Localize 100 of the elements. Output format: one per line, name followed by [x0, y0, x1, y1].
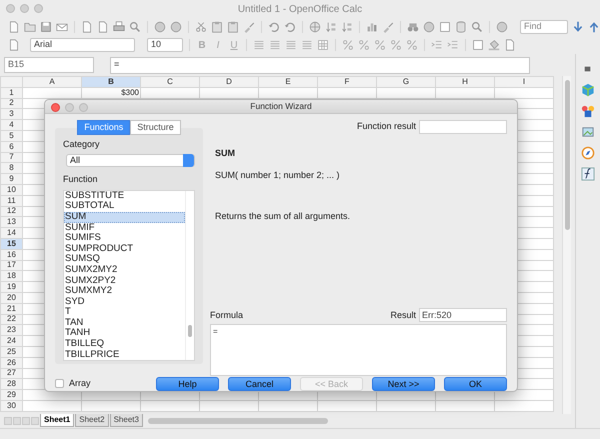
row-header[interactable]: 13	[0, 216, 22, 228]
indent-icon[interactable]	[447, 39, 459, 51]
row-header[interactable]: 21	[0, 303, 22, 314]
envelope-icon[interactable]	[56, 21, 68, 33]
list-item[interactable]: T	[64, 307, 185, 318]
row-header[interactable]: 5	[0, 130, 22, 142]
row-header[interactable]: 19	[0, 282, 22, 292]
tab[interactable]: Structure	[130, 120, 181, 135]
magnifier-icon[interactable]	[471, 21, 483, 33]
row-header[interactable]: 3	[0, 108, 22, 120]
list-item[interactable]: SUMX2PY2	[64, 276, 185, 286]
scrollbar-thumb[interactable]	[565, 80, 570, 230]
align-icon[interactable]	[285, 39, 297, 51]
sort-icon[interactable]	[341, 21, 353, 33]
row-header[interactable]: 24	[0, 336, 22, 346]
array-checkbox[interactable]	[55, 379, 64, 388]
list-item[interactable]: SUMIFS	[64, 233, 185, 244]
table-icon[interactable]	[317, 39, 329, 51]
row-header[interactable]: 12	[0, 206, 22, 217]
function-icon[interactable]	[581, 167, 595, 181]
row-header[interactable]: 27	[0, 368, 22, 379]
list-item[interactable]: SUMIF	[64, 222, 185, 234]
column-header[interactable]: C	[140, 76, 200, 88]
list-item[interactable]: SUM	[64, 212, 185, 223]
function-result-field[interactable]	[419, 120, 507, 134]
align-icon[interactable]	[253, 39, 265, 51]
document-icon[interactable]	[8, 21, 20, 33]
gallery-icon[interactable]	[581, 104, 595, 118]
row-header[interactable]: 17	[0, 260, 22, 271]
clipboard-icon[interactable]	[211, 21, 223, 33]
align-icon[interactable]	[269, 39, 281, 51]
row-header[interactable]: 18	[0, 270, 22, 282]
column-header[interactable]: A	[22, 76, 82, 88]
align-icon[interactable]	[301, 39, 313, 51]
list-item[interactable]: TAN	[64, 318, 185, 328]
list-item[interactable]: TBILLPRICE	[64, 350, 185, 360]
undo-icon[interactable]	[284, 21, 296, 33]
formula-field[interactable]: =	[210, 324, 507, 376]
result-field[interactable]: Err:520	[419, 308, 507, 322]
row-header[interactable]: 22	[0, 314, 22, 325]
row-header[interactable]: 6	[0, 141, 22, 152]
list-item[interactable]: SYD	[64, 296, 185, 308]
percent-icon[interactable]	[374, 39, 386, 51]
function-list[interactable]: SUBSTITUTE SUBTOTAL SUM SUMIF SUMIFS SUMPRODUCT SUMSQ SUMX2MY2 SUMX2PY2 SUMXMY2 SYD T TAN TANH TBILLEQ TBILLPRICE	[63, 190, 195, 361]
circle-icon[interactable]	[496, 21, 508, 33]
document-icon[interactable]	[504, 39, 516, 51]
square-icon[interactable]	[439, 21, 451, 33]
row-header[interactable]: 29	[0, 390, 22, 400]
arrowdown-icon[interactable]	[572, 21, 584, 33]
brush-icon[interactable]	[243, 21, 255, 33]
row-header[interactable]: 30	[0, 400, 22, 412]
undo-icon[interactable]	[268, 21, 280, 33]
compass-icon[interactable]	[581, 146, 595, 160]
row-header[interactable]: 16	[0, 249, 22, 260]
row-header[interactable]: 7	[0, 152, 22, 163]
printer-icon[interactable]	[113, 21, 125, 33]
column-header[interactable]: D	[200, 76, 258, 88]
clipboard-icon[interactable]	[227, 21, 239, 33]
list-item[interactable]: SUMSQ	[64, 254, 185, 265]
dialog-button[interactable]: Next >>	[372, 376, 435, 391]
column-header[interactable]: E	[258, 76, 318, 88]
row-header[interactable]: 28	[0, 378, 22, 390]
row-header[interactable]: 26	[0, 357, 22, 368]
circle-icon[interactable]	[170, 21, 182, 33]
percent-icon[interactable]	[342, 39, 354, 51]
cube-icon[interactable]	[581, 83, 595, 97]
column-header[interactable]: B	[82, 76, 140, 88]
percent-icon[interactable]	[406, 39, 418, 51]
circle-icon[interactable]	[154, 21, 166, 33]
image-icon[interactable]	[581, 125, 595, 139]
square-icon[interactable]	[472, 39, 484, 51]
row-header[interactable]: 2	[0, 98, 22, 109]
column-header[interactable]: F	[318, 76, 376, 88]
brush-icon[interactable]	[382, 21, 394, 33]
find-combobox[interactable]: Find	[520, 20, 568, 34]
row-header[interactable]: 10	[0, 184, 22, 196]
chart-icon[interactable]	[366, 21, 378, 33]
list-item[interactable]: TANH	[64, 328, 185, 340]
row-header[interactable]: 4	[0, 120, 22, 130]
dialog-button[interactable]: OK	[444, 376, 507, 391]
row-header[interactable]: 9	[0, 174, 22, 184]
list-item[interactable]: SUBTOTAL	[64, 201, 185, 212]
circle-icon[interactable]	[423, 21, 435, 33]
column-header[interactable]: H	[436, 76, 494, 88]
name-box[interactable]: B15	[4, 57, 94, 73]
magnifier-icon[interactable]	[129, 21, 141, 33]
row-header[interactable]: 8	[0, 162, 22, 174]
sheet-tab[interactable]: Sheet2	[75, 414, 109, 427]
sheet-tab[interactable]: Sheet1	[40, 414, 74, 427]
percent-icon[interactable]	[390, 39, 402, 51]
row-header[interactable]: 25	[0, 346, 22, 358]
sort-icon[interactable]	[325, 21, 337, 33]
list-item[interactable]: SUBSTITUTE	[64, 190, 185, 202]
globe-icon[interactable]	[309, 21, 321, 33]
row-header[interactable]: 23	[0, 324, 22, 336]
binoculars-icon[interactable]	[407, 21, 419, 33]
column-header[interactable]: I	[494, 76, 554, 88]
column-header[interactable]: G	[376, 76, 436, 88]
percent-icon[interactable]	[358, 39, 370, 51]
document-icon[interactable]	[97, 21, 109, 33]
